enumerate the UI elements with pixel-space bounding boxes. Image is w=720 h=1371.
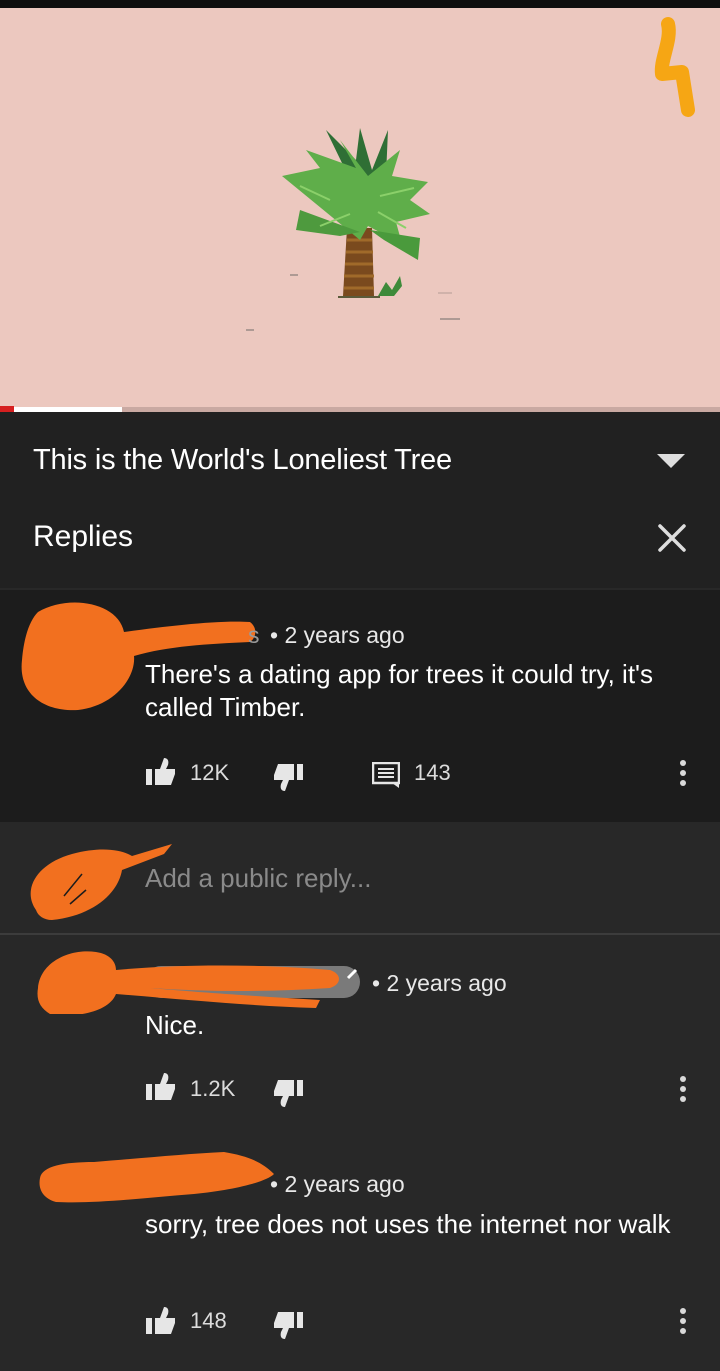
video-title[interactable]: This is the World's Loneliest Tree (33, 444, 452, 477)
dislike-icon[interactable] (273, 764, 303, 792)
redaction-reply1-author (37, 951, 360, 1014)
more-options-icon[interactable] (680, 1308, 688, 1334)
like-count: 148 (190, 1308, 227, 1333)
close-icon[interactable] (657, 523, 687, 553)
reply-text: Nice. (145, 1010, 205, 1040)
like-icon[interactable] (146, 1073, 176, 1101)
divider (0, 933, 720, 935)
reply-count: 143 (414, 760, 451, 785)
reply-text: sorry, tree does not uses the internet n… (145, 1209, 671, 1239)
like-count: 12K (190, 760, 230, 785)
replies-icon[interactable] (372, 762, 400, 788)
dislike-icon[interactable] (273, 1312, 303, 1340)
reply-timestamp: • 2 years ago (270, 1171, 405, 1197)
like-icon[interactable] (146, 1307, 176, 1335)
video-player[interactable] (0, 0, 720, 412)
author-name[interactable]: s (248, 622, 260, 649)
like-count: 1.2K (190, 1076, 236, 1101)
comment-text: There's a dating app for trees it could … (145, 659, 654, 722)
replies-header (0, 412, 720, 588)
redaction-reply2-author (39, 1152, 275, 1203)
chevron-down-icon[interactable] (657, 454, 685, 468)
panel-heading: Replies (33, 520, 134, 553)
more-options-icon[interactable] (680, 760, 688, 786)
more-options-icon[interactable] (680, 1076, 688, 1102)
dislike-icon[interactable] (273, 1080, 303, 1108)
like-icon[interactable] (146, 758, 176, 786)
comment-timestamp: • 2 years ago (270, 622, 405, 648)
reply-input[interactable]: Add a public reply... (145, 863, 371, 894)
video-frame-tree-image (246, 17, 695, 331)
reply-timestamp: • 2 years ago (372, 970, 507, 996)
